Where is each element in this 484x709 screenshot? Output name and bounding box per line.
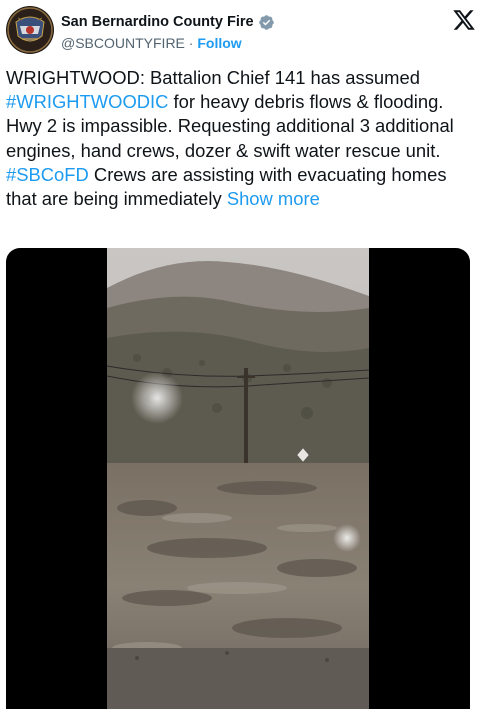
- tweet-header: San Bernardino County Fire @SBCOUNTYFIRE…: [6, 6, 478, 58]
- author-handle[interactable]: @SBCOUNTYFIRE: [61, 35, 185, 51]
- verified-badge-icon: [258, 14, 274, 30]
- video-player[interactable]: [6, 248, 470, 709]
- author-name[interactable]: San Bernardino County Fire: [61, 13, 254, 31]
- show-more-link[interactable]: Show more: [227, 188, 320, 209]
- follow-button[interactable]: Follow: [197, 35, 241, 51]
- sbcofd-patch-icon: [7, 7, 53, 53]
- debris-flow-scene: [107, 248, 369, 709]
- separator: ·: [188, 35, 194, 51]
- tweet-text-prefix: WRIGHTWOOD: Battalion Chief 141 has assu…: [6, 67, 420, 88]
- avatar[interactable]: [6, 6, 54, 54]
- hashtag-sbcofd[interactable]: #SBCoFD: [6, 164, 89, 185]
- video-frame: [107, 248, 369, 709]
- x-logo-icon[interactable]: [452, 8, 476, 32]
- handle-row: @SBCOUNTYFIRE · Follow: [61, 33, 275, 53]
- tweet-text: WRIGHTWOOD: Battalion Chief 141 has assu…: [6, 66, 476, 211]
- author-names: San Bernardino County Fire @SBCOUNTYFIRE…: [61, 13, 275, 53]
- hashtag-wrightwoodic[interactable]: #WRIGHTWOODIC: [6, 91, 168, 112]
